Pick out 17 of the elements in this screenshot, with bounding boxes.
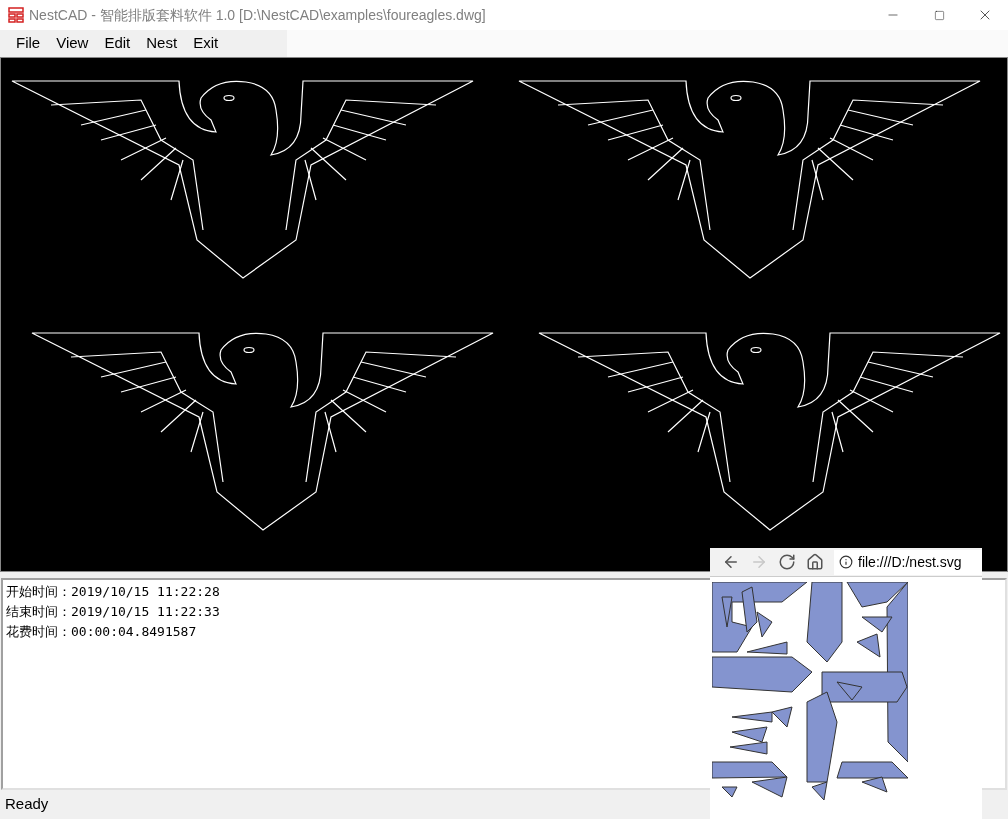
info-icon xyxy=(839,555,853,569)
menu-item[interactable]: Exit xyxy=(185,32,227,55)
reload-icon xyxy=(778,553,796,571)
home-icon xyxy=(806,553,824,571)
log-line: 结束时间：2019/10/15 11:22:33 xyxy=(6,603,221,621)
status-text: Ready xyxy=(5,794,49,815)
menu-item[interactable]: Edit xyxy=(96,32,139,55)
app-logo-icon xyxy=(8,7,24,23)
menu-item[interactable]: View xyxy=(48,32,97,55)
window-title: NestCAD - 智能排版套料软件 1.0 [D:\NestCAD\examples\foureagles.dwg] xyxy=(29,5,486,25)
address-field[interactable]: file:///D:/nest.svg xyxy=(834,549,982,575)
menu-item[interactable]: Nest xyxy=(138,32,186,55)
arrow-right-icon xyxy=(750,553,768,571)
log-line: 开始时间：2019/10/15 11:22:28 xyxy=(6,583,221,601)
log-line: 花费时间：00:00:04.8491587 xyxy=(6,623,198,641)
maximize-icon xyxy=(933,9,945,21)
menu-item[interactable]: File xyxy=(8,32,49,55)
